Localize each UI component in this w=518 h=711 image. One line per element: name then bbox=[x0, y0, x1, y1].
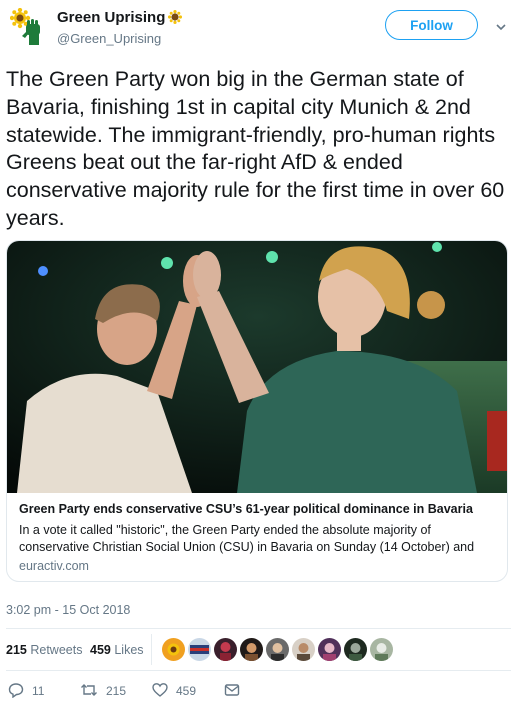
link-card[interactable]: Green Party ends conservative CSU’s 61-y… bbox=[6, 240, 508, 582]
sunflower-icon bbox=[168, 10, 183, 24]
account-handle[interactable]: @Green_Uprising bbox=[57, 31, 161, 46]
card-image[interactable] bbox=[7, 241, 507, 493]
reply-button[interactable]: 11 bbox=[8, 680, 44, 702]
direct-message-button[interactable] bbox=[224, 680, 248, 702]
liker-avatar[interactable] bbox=[292, 638, 315, 661]
tweet-text: The Green Party won big in the German st… bbox=[6, 67, 505, 230]
liker-avatar[interactable] bbox=[188, 638, 211, 661]
card-title[interactable]: Green Party ends conservative CSU’s 61-y… bbox=[19, 502, 473, 516]
liker-avatar[interactable] bbox=[318, 638, 341, 661]
retweet-icon bbox=[80, 682, 106, 701]
liker-avatar[interactable] bbox=[214, 638, 237, 661]
liker-avatar[interactable] bbox=[370, 638, 393, 661]
liker-avatar[interactable] bbox=[240, 638, 263, 661]
tweet-header: Green Uprising @Green_Uprising Follow bbox=[0, 0, 518, 60]
chevron-down-icon[interactable] bbox=[495, 20, 507, 32]
card-description: In a vote it called "historic", the Gree… bbox=[19, 523, 475, 554]
card-domain[interactable]: euractiv.com bbox=[19, 559, 89, 573]
tweet-actions: 11 215 459 bbox=[0, 680, 518, 708]
liker-avatar[interactable] bbox=[344, 638, 367, 661]
like-button[interactable]: 459 bbox=[152, 680, 196, 702]
stats-divider bbox=[151, 634, 152, 665]
likes-stat[interactable]: 459 Likes bbox=[90, 643, 144, 657]
tweet-timestamp[interactable]: 3:02 pm - 15 Oct 2018 bbox=[6, 603, 130, 617]
engagement-stats: 215 Retweets 459 Likes bbox=[0, 630, 518, 670]
display-name[interactable]: Green Uprising bbox=[57, 9, 183, 26]
liker-avatar[interactable] bbox=[266, 638, 289, 661]
retweet-button[interactable]: 215 bbox=[80, 680, 126, 702]
envelope-icon bbox=[224, 682, 248, 701]
heart-icon bbox=[152, 682, 176, 701]
reply-icon bbox=[8, 682, 32, 701]
divider bbox=[6, 628, 511, 629]
raised-fist-sunflower-avatar-icon[interactable] bbox=[9, 7, 48, 46]
retweets-stat[interactable]: 215 Retweets bbox=[6, 643, 82, 657]
follow-button[interactable]: Follow bbox=[385, 10, 478, 40]
divider bbox=[6, 670, 511, 671]
liker-avatar[interactable] bbox=[162, 638, 185, 661]
